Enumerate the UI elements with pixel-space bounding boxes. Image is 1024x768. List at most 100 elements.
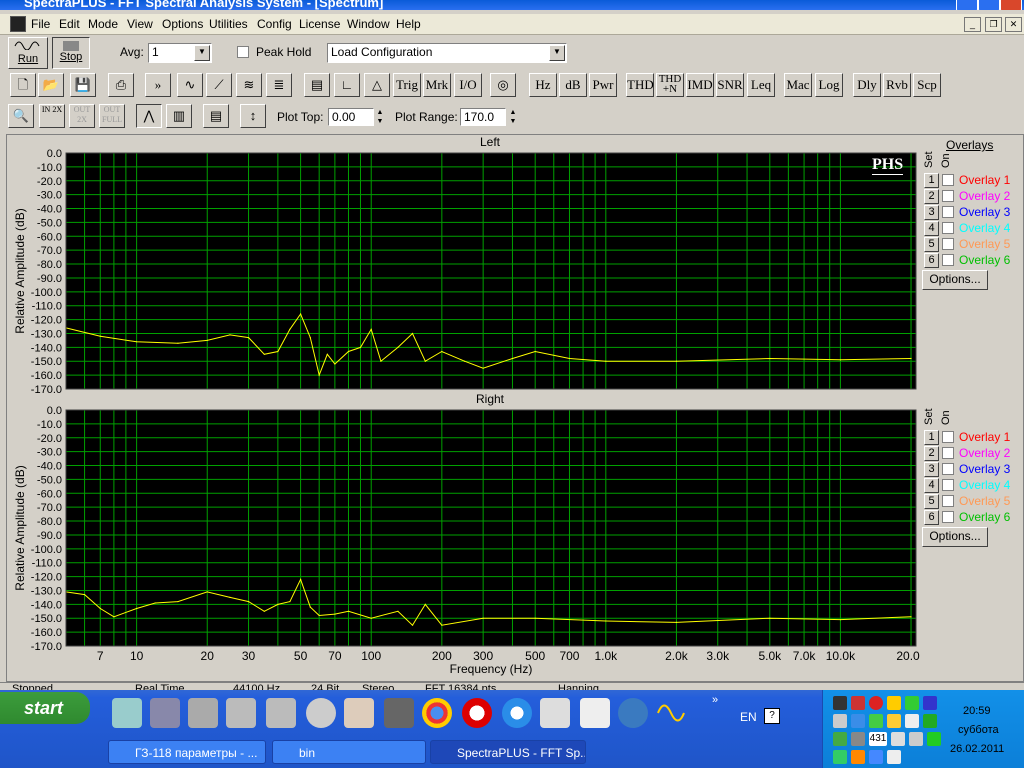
task-button-parameters[interactable]: ГЗ-118 параметры - ... bbox=[108, 740, 266, 764]
plot-range-spinner[interactable]: ▲ ▼ bbox=[507, 108, 519, 126]
language-indicator[interactable]: EN bbox=[740, 710, 757, 724]
overlay-set-button[interactable]: 4 bbox=[924, 221, 939, 236]
tray-warning-icon[interactable] bbox=[887, 696, 901, 710]
configuration-select[interactable]: Load Configuration ▼ bbox=[327, 43, 567, 63]
plot-top-spinner[interactable]: ▲ ▼ bbox=[374, 108, 386, 126]
overlay-on-checkbox[interactable] bbox=[942, 511, 954, 523]
tray-app-icon[interactable] bbox=[909, 732, 923, 746]
overlay-on-checkbox[interactable] bbox=[942, 463, 954, 475]
tray-signal-icon[interactable] bbox=[923, 714, 937, 728]
tray-app-icon[interactable] bbox=[923, 696, 937, 710]
spectrogram-button[interactable]: ≋ bbox=[236, 73, 262, 97]
tray-counter[interactable]: 431 bbox=[869, 732, 887, 746]
overlay-on-checkbox[interactable] bbox=[942, 479, 954, 491]
generator-button[interactable]: ◎ bbox=[490, 73, 516, 97]
overlay-on-checkbox[interactable] bbox=[942, 447, 954, 459]
hz-button[interactable]: Hz bbox=[529, 73, 557, 97]
drive-icon[interactable] bbox=[226, 698, 256, 728]
computer-icon[interactable] bbox=[150, 698, 180, 728]
clock-time[interactable]: 20:59 bbox=[963, 705, 991, 717]
plot-top-input[interactable]: 0.00 bbox=[328, 108, 374, 126]
run-button[interactable]: Run bbox=[8, 37, 48, 69]
overlay-set-button[interactable]: 5 bbox=[924, 494, 939, 509]
tray-app-icon[interactable] bbox=[851, 732, 865, 746]
overlay-on-checkbox[interactable] bbox=[942, 190, 954, 202]
overlay-on-checkbox[interactable] bbox=[942, 431, 954, 443]
line-plot-button[interactable]: ⋀ bbox=[136, 104, 162, 128]
thd-n-button[interactable]: THD +N bbox=[656, 73, 684, 97]
dly-button[interactable]: Dly bbox=[853, 73, 881, 97]
mdi-close-icon[interactable]: ✕ bbox=[1005, 17, 1022, 32]
tray-app-icon[interactable] bbox=[833, 750, 847, 764]
menu-view[interactable]: View bbox=[127, 17, 153, 31]
log-button[interactable]: Log bbox=[815, 73, 843, 97]
settings-button[interactable]: ▤ bbox=[304, 73, 330, 97]
mdi-minimize-icon[interactable]: _ bbox=[964, 17, 981, 32]
sawtooth-button[interactable]: ⟋ bbox=[206, 73, 232, 97]
internet-explorer-icon[interactable] bbox=[502, 698, 532, 728]
tray-app-icon[interactable] bbox=[851, 696, 865, 710]
overlay-on-checkbox[interactable] bbox=[942, 174, 954, 186]
menu-file[interactable]: File bbox=[31, 17, 50, 31]
print-button[interactable]: ⎙ bbox=[108, 73, 134, 97]
auto-scale-button[interactable]: ↕ bbox=[240, 104, 266, 128]
drive-icon[interactable] bbox=[266, 698, 296, 728]
help-icon[interactable]: ? bbox=[764, 708, 780, 724]
overlay-on-checkbox[interactable] bbox=[942, 206, 954, 218]
io-button[interactable]: I/O bbox=[454, 73, 482, 97]
quick-launch-more-icon[interactable]: » bbox=[712, 694, 718, 706]
start-button[interactable]: start bbox=[0, 692, 90, 724]
menu-window[interactable]: Window bbox=[347, 17, 390, 31]
zoom-out-full-button[interactable]: OUT FULL bbox=[99, 104, 125, 128]
overlay-set-button[interactable]: 4 bbox=[924, 478, 939, 493]
calculator-icon[interactable] bbox=[540, 698, 570, 728]
chrome-icon[interactable] bbox=[422, 698, 452, 728]
menu-mode[interactable]: Mode bbox=[88, 17, 118, 31]
scale-button[interactable]: ∟ bbox=[334, 73, 360, 97]
remove-drive-icon[interactable] bbox=[188, 698, 218, 728]
avg-select[interactable]: 1 ▼ bbox=[148, 43, 212, 63]
menu-config[interactable]: Config bbox=[257, 17, 292, 31]
mdi-restore-icon[interactable]: ❐ bbox=[985, 17, 1002, 32]
overlay-on-checkbox[interactable] bbox=[942, 238, 954, 250]
tray-app-icon[interactable] bbox=[887, 714, 901, 728]
pwr-button[interactable]: Pwr bbox=[589, 73, 617, 97]
mac-button[interactable]: Mac bbox=[784, 73, 812, 97]
overlay-set-button[interactable]: 3 bbox=[924, 462, 939, 477]
tray-app-icon[interactable] bbox=[905, 696, 919, 710]
thd-button[interactable]: THD bbox=[626, 73, 654, 97]
trig-button[interactable]: Trig bbox=[393, 73, 421, 97]
imd-button[interactable]: IMD bbox=[686, 73, 714, 97]
leq-button[interactable]: Leq bbox=[747, 73, 775, 97]
calibration-button[interactable]: △ bbox=[364, 73, 390, 97]
overlay-set-button[interactable]: 5 bbox=[924, 237, 939, 252]
tray-app-icon[interactable] bbox=[833, 732, 847, 746]
speaker-icon[interactable] bbox=[384, 698, 414, 728]
time-series-button[interactable]: ∿ bbox=[177, 73, 203, 97]
overlay-set-button[interactable]: 3 bbox=[924, 205, 939, 220]
close-button[interactable] bbox=[1000, 0, 1022, 10]
overlay-set-button[interactable]: 6 bbox=[924, 510, 939, 525]
save-button[interactable]: 💾 bbox=[70, 73, 96, 97]
plot-settings-button[interactable]: ▤ bbox=[203, 104, 229, 128]
menu-license[interactable]: License bbox=[299, 17, 340, 31]
zoom-out-2x-button[interactable]: OUT 2X bbox=[69, 104, 95, 128]
overlay-on-checkbox[interactable] bbox=[942, 254, 954, 266]
new-file-button[interactable]: 🗋 bbox=[10, 73, 36, 97]
overlay-on-checkbox[interactable] bbox=[942, 222, 954, 234]
tray-network-icon[interactable] bbox=[869, 750, 883, 764]
tray-app-icon[interactable] bbox=[927, 732, 941, 746]
overlay-on-checkbox[interactable] bbox=[942, 495, 954, 507]
tray-volume-icon[interactable] bbox=[887, 750, 901, 764]
overlay-set-button[interactable]: 2 bbox=[924, 189, 939, 204]
bar-plot-button[interactable]: ▥ bbox=[166, 104, 192, 128]
menu-options[interactable]: Options bbox=[162, 17, 203, 31]
scp-button[interactable]: Scp bbox=[913, 73, 941, 97]
opera-icon[interactable] bbox=[462, 698, 492, 728]
stop-button[interactable]: Stop bbox=[52, 37, 90, 69]
calculator-icon[interactable] bbox=[580, 698, 610, 728]
tray-app-icon[interactable] bbox=[869, 714, 883, 728]
menu-utilities[interactable]: Utilities bbox=[209, 17, 248, 31]
menu-edit[interactable]: Edit bbox=[59, 17, 80, 31]
overlay-set-button[interactable]: 6 bbox=[924, 253, 939, 268]
